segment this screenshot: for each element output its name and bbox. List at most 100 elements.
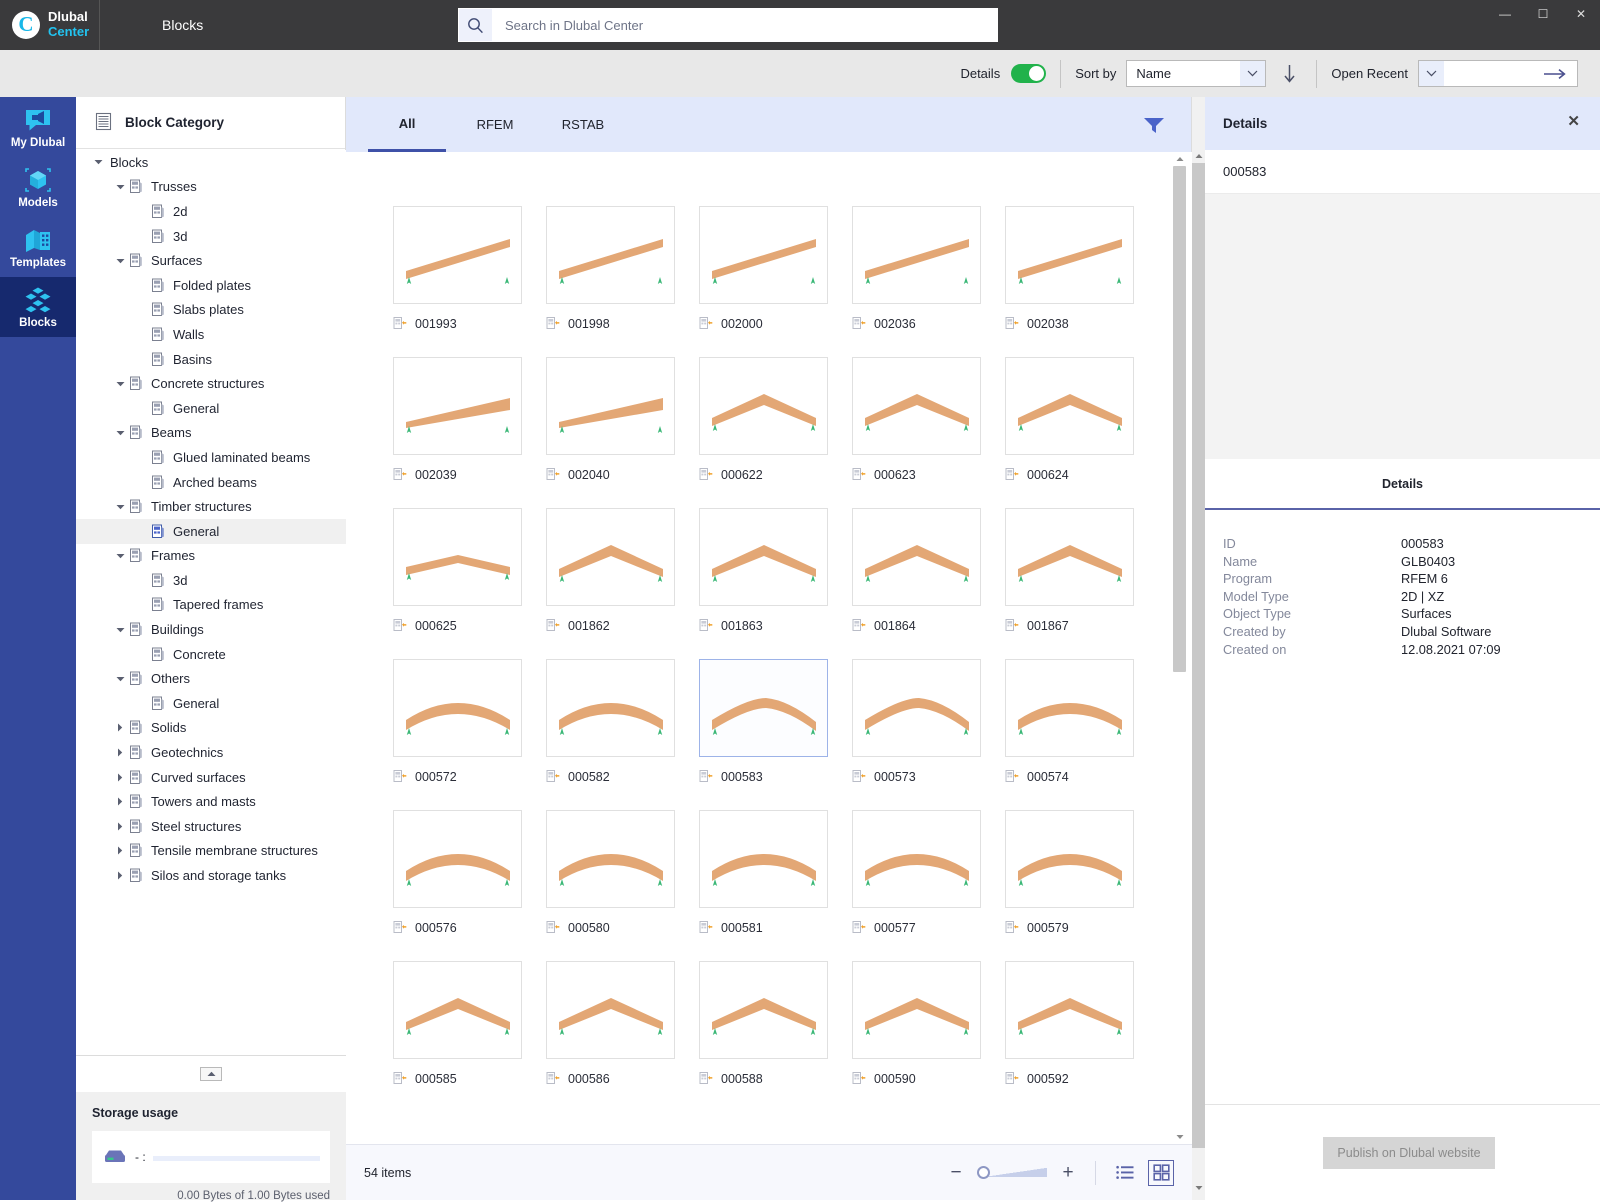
minimize-button[interactable]: — <box>1486 0 1524 28</box>
details-toggle[interactable] <box>1011 64 1047 83</box>
block-card[interactable]: 000579 <box>1005 810 1158 961</box>
block-card[interactable]: 002036 <box>852 206 1005 357</box>
block-card[interactable]: 000592 <box>1005 961 1158 1112</box>
tree-node-timber-structures[interactable]: Timber structures <box>76 494 346 519</box>
block-card[interactable]: 000577 <box>852 810 1005 961</box>
block-card[interactable]: 000576 <box>393 810 546 961</box>
tree-node-frames[interactable]: Frames <box>76 544 346 569</box>
tree-node-concrete-structures[interactable]: Concrete structures <box>76 371 346 396</box>
sort-direction-button[interactable] <box>1276 61 1302 87</box>
block-thumbnail[interactable] <box>1005 357 1134 455</box>
twisty-right-icon[interactable] <box>112 720 128 736</box>
scrollbar-thumb[interactable] <box>1173 166 1186 672</box>
zoom-in-button[interactable]: + <box>1057 1162 1079 1184</box>
tree-node-curved-surfaces[interactable]: Curved surfaces <box>76 765 346 790</box>
tree-node-3d[interactable]: 3d <box>76 224 346 249</box>
tree-node-folded-plates[interactable]: Folded plates <box>76 273 346 298</box>
zoom-slider-knob[interactable] <box>977 1166 990 1179</box>
twisty-down-icon[interactable] <box>112 671 128 687</box>
block-thumbnail[interactable] <box>852 357 981 455</box>
rail-item-models[interactable]: Models <box>0 157 76 217</box>
collapse-panel-button[interactable] <box>200 1067 222 1081</box>
block-thumbnail[interactable] <box>852 206 981 304</box>
block-thumbnail[interactable] <box>546 206 675 304</box>
block-card[interactable]: 002000 <box>699 206 852 357</box>
block-thumbnail[interactable] <box>393 508 522 606</box>
tab-rstab[interactable]: RSTAB <box>544 97 622 152</box>
block-card[interactable]: 001862 <box>546 508 699 659</box>
block-card[interactable]: 000590 <box>852 961 1005 1112</box>
block-card[interactable]: 002039 <box>393 357 546 508</box>
tree-node-2d[interactable]: 2d <box>76 199 346 224</box>
close-button[interactable]: ✕ <box>1562 0 1600 28</box>
block-card[interactable]: 000585 <box>393 961 546 1112</box>
tree-node-general[interactable]: General <box>76 396 346 421</box>
details-scrollbar-thumb[interactable] <box>1192 163 1205 1148</box>
tree-node-tensile-membrane-structures[interactable]: Tensile membrane structures <box>76 839 346 864</box>
twisty-down-icon[interactable] <box>112 425 128 441</box>
tree-node-glued-laminated-beams[interactable]: Glued laminated beams <box>76 445 346 470</box>
block-card[interactable]: 002040 <box>546 357 699 508</box>
block-card[interactable]: 001998 <box>546 206 699 357</box>
block-thumbnail[interactable] <box>393 961 522 1059</box>
twisty-down-icon[interactable] <box>112 179 128 195</box>
close-icon[interactable]: ✕ <box>1567 114 1580 129</box>
open-recent-go-button[interactable] <box>1444 68 1577 80</box>
twisty-down-icon[interactable] <box>112 253 128 269</box>
rail-item-templates[interactable]: Templates <box>0 217 76 277</box>
tree-node-buildings[interactable]: Buildings <box>76 617 346 642</box>
block-thumbnail[interactable] <box>393 206 522 304</box>
block-card[interactable]: 000588 <box>699 961 852 1112</box>
list-view-icon[interactable] <box>1112 1160 1138 1186</box>
block-thumbnail[interactable] <box>546 810 675 908</box>
twisty-down-icon[interactable] <box>112 499 128 515</box>
block-card[interactable]: 001867 <box>1005 508 1158 659</box>
tree-node-basins[interactable]: Basins <box>76 347 346 372</box>
zoom-out-button[interactable]: − <box>945 1162 967 1184</box>
tree-node-blocks[interactable]: Blocks <box>76 150 346 175</box>
block-thumbnail[interactable] <box>1005 206 1134 304</box>
twisty-right-icon[interactable] <box>112 818 128 834</box>
tree-node-concrete[interactable]: Concrete <box>76 642 346 667</box>
block-card[interactable]: 000581 <box>699 810 852 961</box>
block-thumbnail[interactable] <box>393 659 522 757</box>
tree-node-slabs-plates[interactable]: Slabs plates <box>76 298 346 323</box>
block-thumbnail[interactable] <box>546 961 675 1059</box>
block-card[interactable]: 000622 <box>699 357 852 508</box>
block-card[interactable]: 000580 <box>546 810 699 961</box>
twisty-right-icon[interactable] <box>112 769 128 785</box>
block-thumbnail[interactable] <box>1005 810 1134 908</box>
details-scrollbar[interactable] <box>1192 97 1205 1200</box>
block-card[interactable]: 001993 <box>393 206 546 357</box>
block-card[interactable]: 000586 <box>546 961 699 1112</box>
block-thumbnail[interactable] <box>852 508 981 606</box>
tree-node-silos-and-storage-tanks[interactable]: Silos and storage tanks <box>76 863 346 888</box>
details-scroll-up-arrow-icon[interactable] <box>1192 149 1205 163</box>
block-thumbnail[interactable] <box>699 961 828 1059</box>
block-thumbnail[interactable] <box>852 961 981 1059</box>
tree-node-geotechnics[interactable]: Geotechnics <box>76 740 346 765</box>
maximize-button[interactable]: ☐ <box>1524 0 1562 28</box>
open-recent-chevron-down-icon[interactable] <box>1419 61 1444 86</box>
tree-node-general[interactable]: General <box>76 518 346 544</box>
block-thumbnail[interactable] <box>1005 508 1134 606</box>
tree-node-general[interactable]: General <box>76 691 346 716</box>
block-card[interactable]: 000624 <box>1005 357 1158 508</box>
tree-node-trusses[interactable]: Trusses <box>76 175 346 200</box>
tree-node-beams[interactable]: Beams <box>76 421 346 446</box>
block-thumbnail[interactable] <box>699 810 828 908</box>
twisty-right-icon[interactable] <box>112 745 128 761</box>
publish-on-dlubal-website-button[interactable]: Publish on Dlubal website <box>1323 1136 1495 1169</box>
twisty-right-icon[interactable] <box>112 868 128 884</box>
twisty-right-icon[interactable] <box>112 843 128 859</box>
tab-details[interactable]: Details <box>1382 477 1423 491</box>
details-scroll-down-arrow-icon[interactable] <box>1192 1181 1205 1195</box>
tree-node-solids[interactable]: Solids <box>76 716 346 741</box>
block-thumbnail[interactable] <box>546 659 675 757</box>
block-card[interactable]: 000572 <box>393 659 546 810</box>
tree-node-towers-and-masts[interactable]: Towers and masts <box>76 789 346 814</box>
block-thumbnail[interactable] <box>546 508 675 606</box>
tree-node-surfaces[interactable]: Surfaces <box>76 248 346 273</box>
block-thumbnail[interactable] <box>546 357 675 455</box>
scroll-down-arrow-icon[interactable] <box>1173 1130 1186 1144</box>
